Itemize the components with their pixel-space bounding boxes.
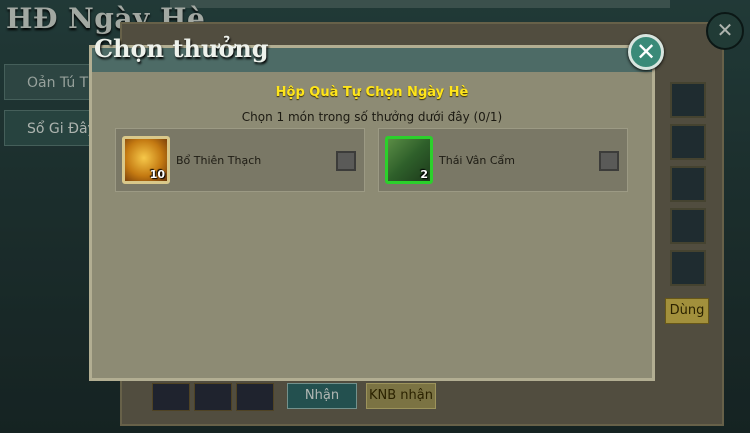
selection-instruction: Chọn 1 món trong số thưởng dưới đây (0/1… [241,110,503,124]
gold-stone-icon: 10 [122,136,170,184]
select-checkbox[interactable] [336,151,356,171]
green-brocade-icon: 2 [385,136,433,184]
reward-option-card[interactable]: 10 Bổ Thiên Thạch [115,128,365,192]
reward-selection-dialog: Hộp Quà Tự Chọn Ngày Hè Chọn 1 món trong… [89,45,655,381]
item-name: Thái Vân Cẩm [439,154,516,167]
gift-box-title: Hộp Quà Tự Chọn Ngày Hè [275,85,469,100]
reward-option-card[interactable]: 2 Thái Vân Cẩm [378,128,628,192]
item-quantity: 10 [149,168,165,181]
dialog-title: Chọn thưởng [94,34,269,63]
select-checkbox[interactable] [599,151,619,171]
item-quantity: 2 [420,168,428,181]
item-name: Bổ Thiên Thạch [176,154,262,167]
close-button[interactable]: ✕ [628,34,664,70]
